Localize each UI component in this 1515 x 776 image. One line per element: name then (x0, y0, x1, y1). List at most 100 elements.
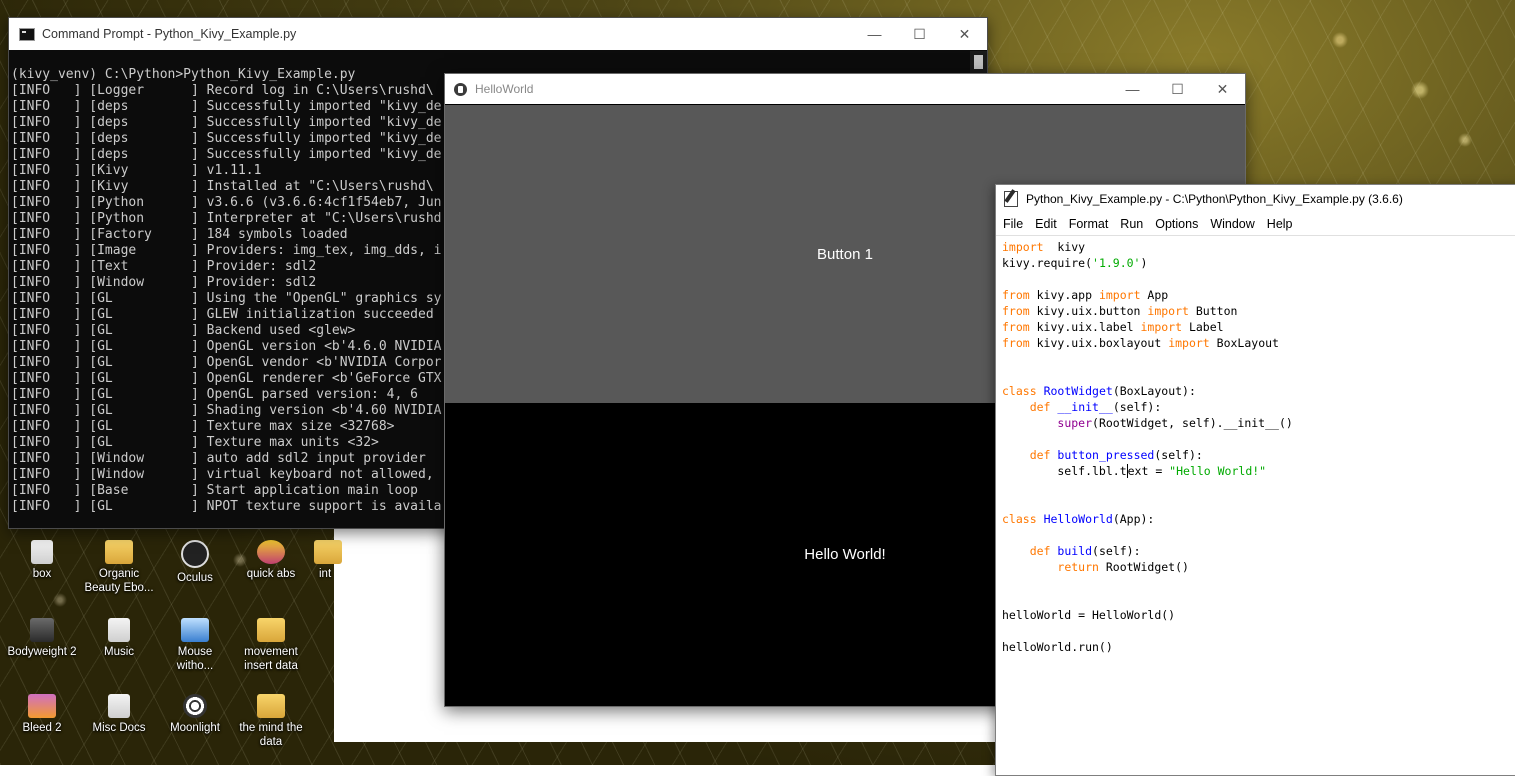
code-token: kivy (1043, 240, 1086, 254)
code-token: import (1147, 304, 1189, 318)
maximize-button[interactable]: ☐ (1155, 74, 1200, 104)
idle-titlebar[interactable]: Python_Kivy_Example.py - C:\Python\Pytho… (996, 185, 1515, 213)
code-token: def (1029, 544, 1051, 558)
code-token: from (1002, 304, 1030, 318)
desktop-icon-moonlight[interactable]: Moonlight (158, 694, 232, 735)
desktop-icon-label: the mind the data (239, 722, 303, 748)
code-line: from kivy.uix.boxlayout import BoxLayout (1002, 335, 1515, 351)
desktop-icon-the-mind[interactable]: the mind the data (234, 694, 308, 749)
code-line: from kivy.uix.label import Label (1002, 319, 1515, 335)
minimize-button[interactable]: — (852, 18, 897, 50)
desktop-icon-label: quick abs (246, 568, 296, 580)
menu-run[interactable]: Run (1116, 217, 1151, 231)
menu-window[interactable]: Window (1206, 217, 1262, 231)
desktop-icon-organic-beauty[interactable]: Organic Beauty Ebo... (82, 540, 156, 595)
code-line: def button_pressed(self): (1002, 447, 1515, 463)
desktop-icon-bleed[interactable]: Bleed 2 (5, 694, 79, 735)
code-token: RootWidget (1043, 384, 1113, 398)
file-icon (108, 694, 130, 718)
code-token: BoxLayout (1209, 336, 1279, 350)
console-icon (19, 27, 35, 41)
game-icon (28, 694, 56, 718)
code-token: kivy.uix.label (1029, 320, 1141, 334)
code-token: (RootWidget, self).__init__() (1092, 416, 1293, 430)
code-token: import (1098, 288, 1141, 302)
code-line: from kivy.app import App (1002, 287, 1515, 303)
code-token: import (1168, 336, 1210, 350)
desktop-icon-label: Moonlight (170, 722, 220, 734)
python-file-icon (1004, 191, 1018, 207)
code-token: App (1140, 288, 1169, 302)
photo-icon (30, 618, 54, 642)
desktop-icon-label: Organic Beauty Ebo... (84, 568, 154, 594)
code-token: build (1057, 544, 1093, 558)
desktop-icon-label: Bleed 2 (22, 722, 62, 734)
desktop-icon-quick-abs[interactable]: quick abs (234, 540, 308, 581)
button-1-label: Button 1 (817, 245, 873, 263)
desktop-icon-movement[interactable]: movement insert data (234, 618, 308, 673)
maximize-button[interactable]: ☐ (897, 18, 942, 50)
menu-file[interactable]: File (999, 217, 1031, 231)
code-token: self.lbl.t (1002, 464, 1127, 478)
scrollbar-thumb[interactable] (974, 55, 983, 69)
folder-icon (314, 540, 342, 564)
code-token: "Hello World!" (1169, 464, 1267, 478)
code-token: class (1002, 512, 1037, 526)
desktop-icon-misc-docs[interactable]: Misc Docs (82, 694, 156, 735)
code-token: super (1057, 416, 1093, 430)
hello-world-label-text: Hello World! (804, 546, 886, 563)
code-token: kivy.uix.boxlayout (1029, 336, 1169, 350)
oculus-icon (181, 540, 209, 568)
code-line: return RootWidget() (1002, 559, 1515, 575)
menu-options[interactable]: Options (1151, 217, 1206, 231)
code-line: def __init__(self): (1002, 399, 1515, 415)
desktop-icon-bodyweight[interactable]: Bodyweight 2 (5, 618, 79, 659)
kivy-logo-icon (454, 82, 467, 96)
desktop-icon-label: Mouse witho... (176, 646, 214, 672)
menu-edit[interactable]: Edit (1031, 217, 1065, 231)
code-token: (self): (1112, 400, 1162, 414)
minimize-button[interactable]: — (1110, 74, 1155, 104)
code-line: kivy.require('1.9.0') (1002, 255, 1515, 271)
desktop-icon-label: int (319, 568, 332, 580)
menu-help[interactable]: Help (1263, 217, 1301, 231)
desktop-icon-label: Bodyweight 2 (7, 646, 77, 658)
desktop-icon-music[interactable]: Music (82, 618, 156, 659)
code-line: class RootWidget(BoxLayout): (1002, 383, 1515, 399)
menu-format[interactable]: Format (1065, 217, 1117, 231)
code-token: from (1002, 288, 1030, 302)
code-line: helloWorld = HelloWorld() (1002, 607, 1515, 623)
code-token: helloWorld.run() (1002, 640, 1113, 654)
file-icon (108, 618, 130, 642)
code-token: def (1029, 448, 1051, 462)
code-editor[interactable]: import kivy kivy.require('1.9.0') from ki… (996, 236, 1515, 655)
desktop-icon-oculus[interactable]: Oculus (158, 540, 232, 585)
close-button[interactable]: ✕ (942, 18, 987, 50)
code-token: (BoxLayout): (1112, 384, 1196, 398)
desktop-icon-mouse[interactable]: Mouse witho... (158, 618, 232, 673)
close-button[interactable]: ✕ (1200, 74, 1245, 104)
code-token: kivy.app (1029, 288, 1099, 302)
code-token: RootWidget() (1098, 560, 1189, 574)
desktop-icon-label: Music (103, 646, 135, 658)
code-token: from (1002, 336, 1030, 350)
helloworld-titlebar[interactable]: HelloWorld — ☐ ✕ (445, 74, 1245, 104)
mouse-icon (181, 618, 209, 642)
desktop-icon-int[interactable]: int (300, 540, 342, 581)
desktop-icon-box[interactable]: box (5, 540, 79, 581)
folder-icon (257, 694, 285, 718)
desktop-icon-label: Oculus (177, 572, 213, 584)
command-prompt-titlebar[interactable]: Command Prompt - Python_Kivy_Example.py … (9, 18, 987, 50)
code-line: class HelloWorld(App): (1002, 511, 1515, 527)
code-token: import (1002, 240, 1044, 254)
idle-editor-window[interactable]: Python_Kivy_Example.py - C:\Python\Pytho… (995, 184, 1515, 776)
code-token: ) (1140, 256, 1148, 270)
code-token: (self): (1154, 448, 1203, 462)
